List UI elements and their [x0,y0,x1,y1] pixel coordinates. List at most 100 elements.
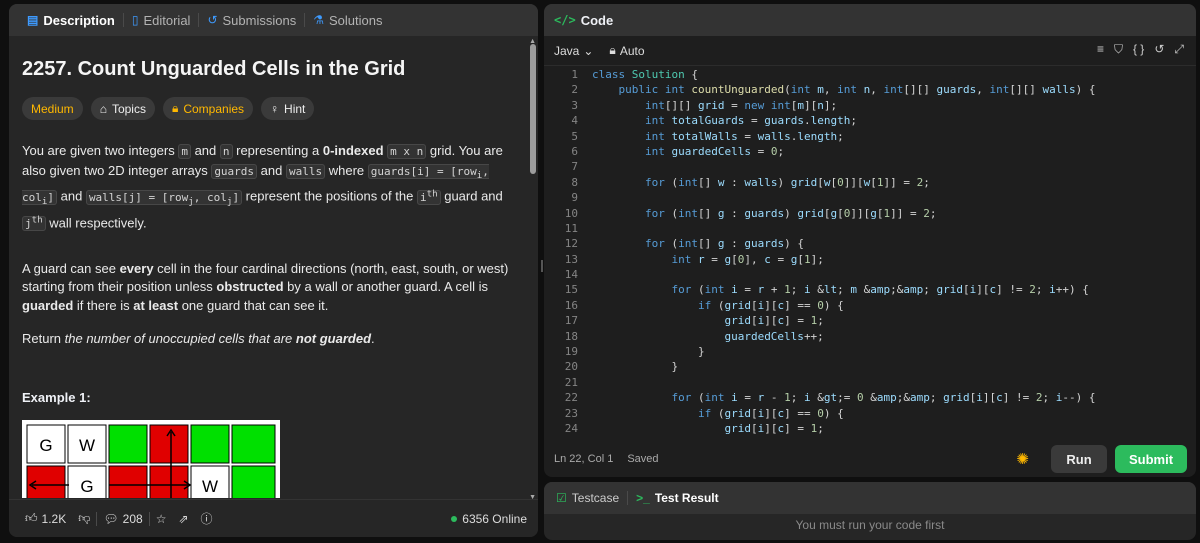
topics-button[interactable]: ⌂ Topics [90,97,155,120]
text: guard and [440,188,503,204]
code-line[interactable]: 3 int[][] grid = new int[m][n]; [544,98,1184,113]
companies-label: Companies [183,101,245,116]
code-text: for (int[] w : walls) grid[w[0]][w[1]] =… [644,175,930,189]
bold-text: obstructed [216,279,284,295]
difficulty-badge[interactable]: Medium [22,97,83,120]
code-text: for (int i = r - 1; i &gt;= 0 &amp;&amp;… [671,391,1096,405]
code-line[interactable]: 5 int totalWalls = walls.length; [544,129,1184,144]
code-line[interactable]: 14 [544,267,1184,282]
code-line[interactable]: 8 for (int[] w : walls) grid[w[0]][w[1]]… [544,175,1184,190]
code-line[interactable]: 4 int totalGuards = guards.length; [544,113,1184,128]
share-button[interactable]: ⇗ [172,512,194,526]
bookmark-icon[interactable]: ⛉ [1114,42,1123,57]
line-number: 21 [564,375,578,389]
submit-button[interactable]: Submit [1115,445,1187,473]
code-panel: </> Code Java ⌄ 🔒︎ Auto ≡ ⛉ { } ↺ ⤢ 1 cla… [544,4,1196,477]
reset-icon[interactable]: ↺ [1154,42,1164,57]
code-line[interactable]: 19 } [544,344,1184,359]
celebration-icon[interactable]: ✺ [1016,450,1029,468]
language-select[interactable]: Java ⌄ [554,44,593,58]
online-dot-icon [451,515,458,522]
code-line[interactable]: 9 [544,190,1184,205]
dislike-button[interactable]: 👎︎ [72,511,96,526]
code-line[interactable]: 7 [544,159,1184,174]
text: one guard that can see it. [178,297,329,313]
code-text: int totalGuards = guards.length; [644,114,857,128]
tab-description[interactable]: ▤ Description [19,4,123,36]
line-number: 13 [564,252,578,266]
line-number: 11 [564,221,578,235]
test-panel: ☑ Testcase >_ Test Result You must run y… [544,482,1196,540]
code-line[interactable]: 11 [544,221,1184,236]
guard-label: G [39,436,52,455]
hint-button[interactable]: ♀ Hint [261,97,315,120]
line-number: 14 [564,268,578,282]
line-number: 4 [571,114,578,128]
code-editor[interactable]: 1 class Solution {2 public int countUngua… [544,67,1184,435]
tab-solutions[interactable]: ⚗ Solutions [305,4,390,36]
checkbox-icon: ☑ [556,491,567,505]
expand-icon[interactable]: ⤢ [1174,42,1184,57]
code-line[interactable]: 22 for (int i = r - 1; i &gt;= 0 &amp;&a… [544,390,1184,405]
code-line[interactable]: 2 public int countUnguarded(int m, int n… [544,82,1184,97]
text: and [57,188,86,204]
text: Return [22,331,65,347]
favorite-button[interactable]: ☆ [150,512,173,526]
braces-icon[interactable]: { } [1133,42,1144,57]
tab-submissions[interactable]: ↺ Submissions [199,4,304,36]
code-line[interactable]: 10 for (int[] g : guards) grid[g[0]][g[1… [544,206,1184,221]
code-text: int[][] grid = new int[m][n]; [644,98,838,112]
auto-mode[interactable]: 🔒︎ Auto [609,43,644,58]
book-icon: ▯ [131,13,139,27]
run-button[interactable]: Run [1051,445,1107,473]
code-line[interactable]: 16 if (grid[i][c] == 0) { [544,298,1184,313]
panel-resize-handle[interactable] [541,260,543,272]
inline-code: n [219,144,233,159]
tab-testcase[interactable]: ☑ Testcase [556,491,619,505]
like-button[interactable]: 👍︎ 1.2K [19,511,72,526]
code-line[interactable]: 23 if (grid[i][c] == 0) { [544,406,1184,421]
text: if there is [73,297,134,313]
code-line[interactable]: 1 class Solution { [544,67,1184,82]
code-line[interactable]: 24 grid[i][c] = 1; [544,421,1184,435]
code-line[interactable]: 6 int guardedCells = 0; [544,144,1184,159]
code-text: guardedCells++; [724,329,824,343]
text: wall respectively. [45,215,147,231]
code-line[interactable]: 20 } [544,359,1184,374]
line-number: 3 [571,98,578,112]
code-text: grid[i][c] = 1; [724,314,824,328]
inline-code: jth [22,214,46,232]
text: by a wall or another guard. A cell is [283,279,489,295]
inline-code: m x n [387,144,427,159]
format-icon[interactable]: ≡ [1097,42,1104,57]
line-number: 7 [571,160,578,174]
code-part: ] [47,190,55,204]
code-line[interactable]: 12 for (int[] g : guards) { [544,236,1184,251]
tab-test-result[interactable]: >_ Test Result [636,491,718,505]
editor-status: Ln 22, Col 1 Saved [554,453,659,465]
code-text: for (int[] g : guards) grid[g[0]][g[1]] … [644,206,937,220]
line-number: 20 [564,360,578,374]
companies-button[interactable]: 🔒︎ Companies [162,97,254,120]
bold-italic-text: not guarded [295,331,372,347]
italic-text: the number of unoccupied cells that are [64,331,296,347]
code-line[interactable]: 15 for (int i = r + 1; i &lt; m &amp;&am… [544,282,1184,297]
description-scrollbar[interactable] [530,44,536,174]
question-icon: ⓘ [200,512,213,526]
code-line[interactable]: 17 grid[i][c] = 1; [544,313,1184,328]
code-line[interactable]: 18 guardedCells++; [544,329,1184,344]
comments-button[interactable]: 💬︎ 208 [97,512,148,526]
online-count: 6356 Online [462,511,527,526]
code-line[interactable]: 13 int r = g[0], c = g[1]; [544,252,1184,267]
description-footer: 👍︎ 1.2K 👎︎ 💬︎ 208 ☆ ⇗ ⓘ 6356 Online [9,499,538,537]
line-number: 16 [564,298,578,312]
code-text: int totalWalls = walls.length; [644,129,844,143]
inline-code: walls [285,163,326,179]
code-line[interactable]: 21 [544,375,1184,390]
code-sup: th [31,214,43,226]
problem-tags: Medium ⌂ Topics 🔒︎ Companies ♀ Hint [22,97,514,120]
tab-editorial[interactable]: ▯ Editorial [124,4,199,36]
help-button[interactable]: ⓘ [195,510,219,527]
